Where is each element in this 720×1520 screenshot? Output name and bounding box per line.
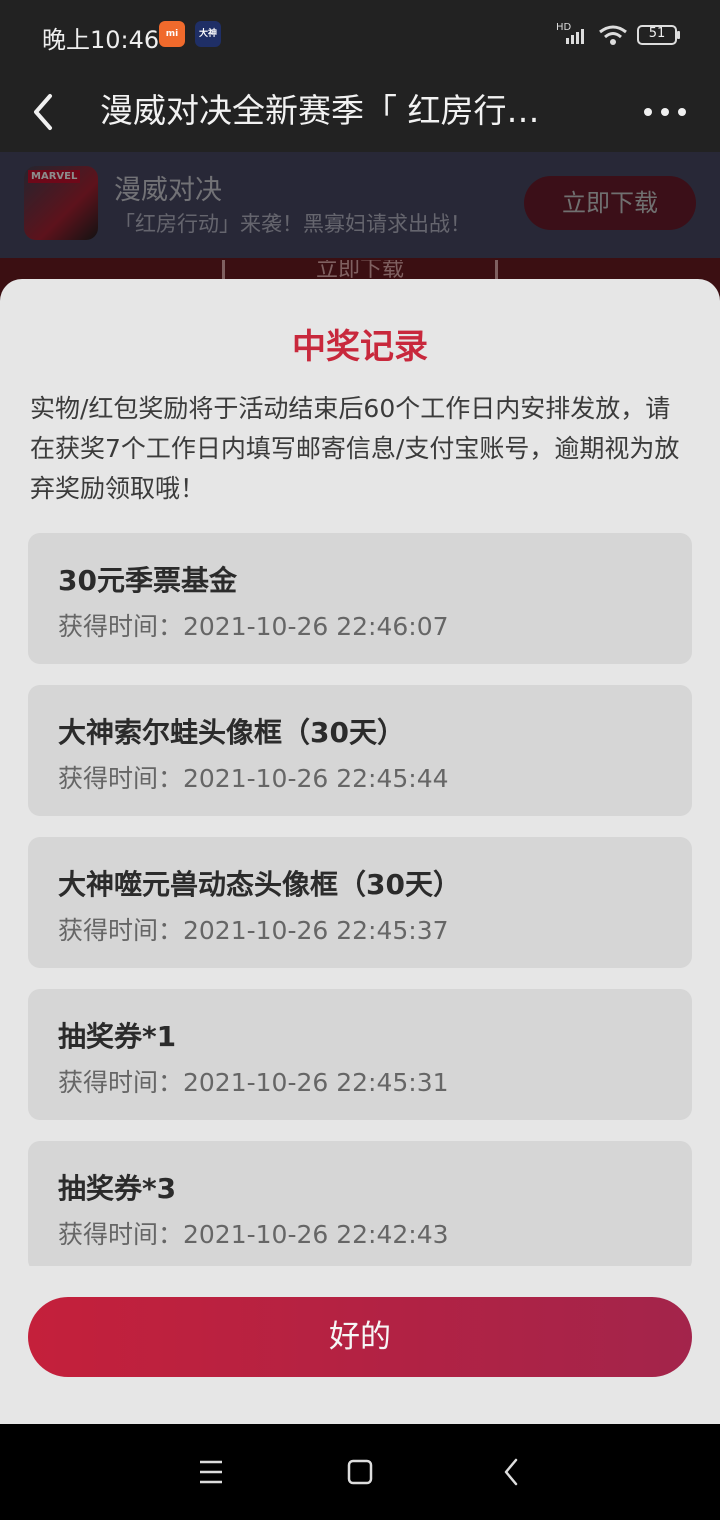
back-icon[interactable] bbox=[490, 1450, 534, 1494]
dialog-title: 中奖记录 bbox=[292, 327, 428, 367]
record-item: 抽奖券*3 获得时间：2021-10-26 22:42:43 bbox=[28, 1141, 692, 1266]
more-horizontal-icon[interactable] bbox=[640, 94, 690, 130]
battery-icon: 51 bbox=[637, 24, 681, 46]
app-header: 漫威对决全新赛季「 红房行… bbox=[0, 70, 720, 152]
menu-icon[interactable] bbox=[188, 1450, 232, 1494]
signal-icon bbox=[566, 29, 584, 44]
ok-button[interactable]: 好的 bbox=[28, 1297, 692, 1377]
record-time: 获得时间：2021-10-26 22:45:31 bbox=[58, 1068, 449, 1097]
dialog-notice: 实物/红包奖励将于活动结束后60个工作日内安排发放，请在获奖7个工作日内填写邮寄… bbox=[30, 394, 680, 503]
record-time: 获得时间：2021-10-26 22:46:07 bbox=[58, 612, 449, 641]
record-list[interactable]: 30元季票基金 获得时间：2021-10-26 22:46:07 大神索尔蛙头像… bbox=[28, 533, 692, 1266]
dashen-app-icon: 大神 bbox=[195, 21, 221, 47]
battery-level: 51 bbox=[648, 26, 666, 41]
record-name: 30元季票基金 bbox=[58, 564, 237, 597]
chevron-left-icon[interactable] bbox=[22, 82, 66, 142]
mi-icon: mi bbox=[159, 21, 185, 47]
record-name: 抽奖券*1 bbox=[58, 1020, 177, 1053]
record-name: 大神噬元兽动态头像框（30天） bbox=[58, 868, 461, 901]
system-nav-bar bbox=[0, 1424, 720, 1520]
record-name: 抽奖券*3 bbox=[58, 1172, 177, 1205]
record-time: 获得时间：2021-10-26 22:45:44 bbox=[58, 764, 449, 793]
record-item: 大神噬元兽动态头像框（30天） 获得时间：2021-10-26 22:45:37 bbox=[28, 837, 692, 968]
record-item: 大神索尔蛙头像框（30天） 获得时间：2021-10-26 22:45:44 bbox=[28, 685, 692, 816]
record-name: 大神索尔蛙头像框（30天） bbox=[58, 716, 405, 749]
record-time: 获得时间：2021-10-26 22:45:37 bbox=[58, 916, 449, 945]
status-time: 晚上10:46 bbox=[42, 26, 160, 54]
page-title: 漫威对决全新赛季「 红房行… bbox=[100, 91, 540, 130]
home-icon[interactable] bbox=[338, 1450, 382, 1494]
record-time: 获得时间：2021-10-26 22:42:43 bbox=[58, 1220, 449, 1249]
prize-record-dialog: 中奖记录 实物/红包奖励将于活动结束后60个工作日内安排发放，请在获奖7个工作日… bbox=[0, 279, 720, 1424]
record-item: 30元季票基金 获得时间：2021-10-26 22:46:07 bbox=[28, 533, 692, 664]
status-bar: 晚上10:46 mi 大神 HD 51 bbox=[0, 0, 720, 70]
wifi-icon bbox=[599, 25, 627, 45]
record-item: 抽奖券*1 获得时间：2021-10-26 22:45:31 bbox=[28, 989, 692, 1120]
